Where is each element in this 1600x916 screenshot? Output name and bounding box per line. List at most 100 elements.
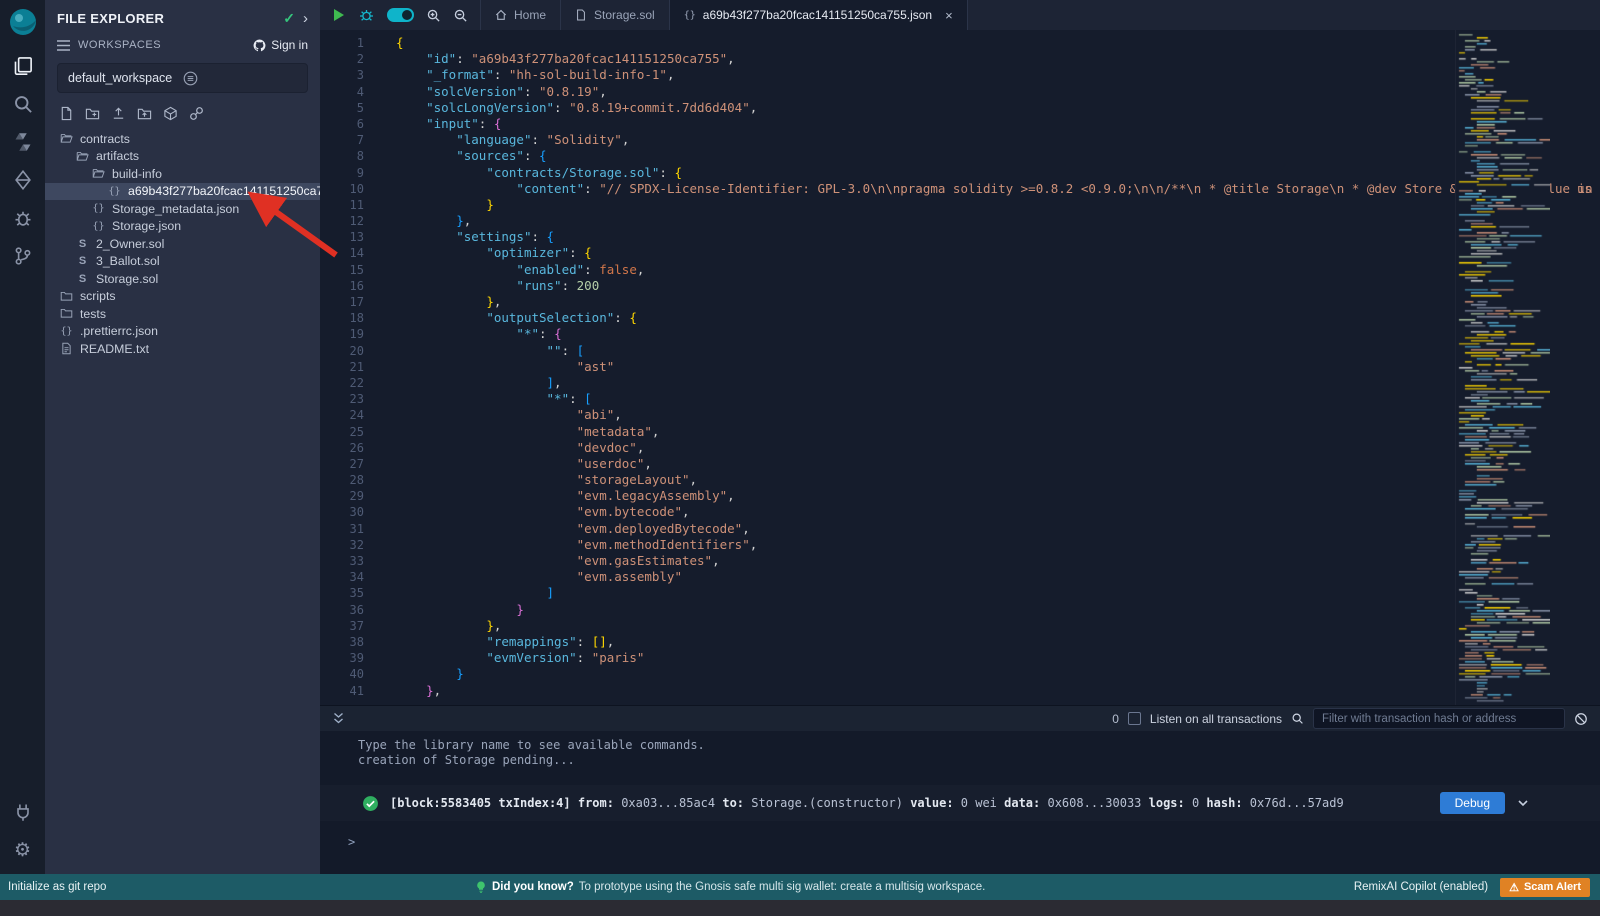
tree-item-a69b43f277ba20fcac141151250ca7[interactable]: {}a69b43f277ba20fcac141151250ca7...	[45, 183, 320, 201]
code-editor[interactable]: 1234567891011121314151617181920212223242…	[320, 30, 1600, 705]
tx-value: 0x608...30033	[1047, 796, 1141, 810]
workspace-menu-icon[interactable]	[183, 71, 298, 86]
file-label: tests	[80, 307, 106, 321]
chevron-down-icon[interactable]	[1516, 796, 1530, 810]
code-line: "optimizer": {	[396, 245, 1600, 261]
solidity-file-icon: S	[75, 255, 90, 267]
solidity-compiler-icon[interactable]	[5, 124, 41, 160]
window-bottom-strip	[0, 900, 1600, 916]
tab-home[interactable]: Home	[480, 0, 561, 30]
deploy-run-icon[interactable]	[5, 162, 41, 198]
debugger-icon[interactable]	[5, 200, 41, 236]
code-line: "solcLongVersion": "0.8.19+commit.7dd6d4…	[396, 100, 1600, 116]
tab-label: a69b43f277ba20fcac141151250ca755.json	[703, 8, 932, 22]
chevron-right-icon[interactable]: ›	[303, 11, 308, 26]
tree-item-artifacts[interactable]: artifacts	[45, 148, 320, 166]
scam-alert-label: Scam Alert	[1524, 881, 1581, 893]
minimap[interactable]	[1455, 30, 1550, 705]
file-label: Storage_metadata.json	[112, 202, 239, 216]
tree-item-2-owner-sol[interactable]: S2_Owner.sol	[45, 235, 320, 253]
scam-alert-button[interactable]: ⚠Scam Alert	[1500, 878, 1590, 897]
ipfs-box-icon[interactable]	[163, 106, 178, 121]
terminal-expand-icon[interactable]	[332, 712, 345, 725]
tab-a69b43f277ba20fcac141151250ca755-json[interactable]: {}a69b43f277ba20fcac141151250ca755.json×	[670, 0, 968, 30]
code-line: "evm.legacyAssembly",	[396, 488, 1600, 504]
code-line: "metadata",	[396, 424, 1600, 440]
line-number: 25	[320, 424, 364, 440]
code-line: "_format": "hh-sol-build-info-1",	[396, 67, 1600, 83]
main-area: HomeStorage.sol{}a69b43f277ba20fcac14115…	[320, 0, 1600, 874]
tree-item-contracts[interactable]: contracts	[45, 130, 320, 148]
terminal-log-line: creation of Storage pending...	[320, 753, 1600, 768]
overflow-text-fragment: us	[1577, 181, 1592, 196]
zoom-out-icon[interactable]	[453, 8, 468, 23]
panel-title: FILE EXPLORER	[57, 11, 275, 26]
tree-item-storage-sol[interactable]: SStorage.sol	[45, 270, 320, 288]
git-icon[interactable]	[5, 238, 41, 274]
sign-in-label: Sign in	[271, 38, 308, 52]
code-line: "contracts/Storage.sol": {	[396, 165, 1600, 181]
sign-in-button[interactable]: Sign in	[253, 38, 308, 52]
tree-item-3-ballot-sol[interactable]: S3_Ballot.sol	[45, 253, 320, 271]
transaction-row[interactable]: [block:5583405 txIndex:4] from: 0xa03...…	[320, 785, 1600, 821]
tree-item-storage-json[interactable]: {}Storage.json	[45, 218, 320, 236]
hamburger-icon[interactable]	[57, 40, 70, 51]
code-line: "userdoc",	[396, 456, 1600, 472]
remix-logo-icon[interactable]	[7, 6, 39, 38]
line-number: 22	[320, 375, 364, 391]
search-icon[interactable]	[1291, 712, 1304, 725]
tree-item-tests[interactable]: tests	[45, 305, 320, 323]
code-content: { "id": "a69b43f277ba20fcac141151250ca75…	[396, 35, 1600, 699]
folder-icon	[59, 290, 74, 303]
tab-storage-sol[interactable]: Storage.sol	[561, 0, 670, 30]
terminal-prompt[interactable]: >	[320, 835, 1600, 849]
line-number: 12	[320, 213, 364, 229]
file-explorer-panel: FILE EXPLORER ✓ › WORKSPACES Sign in def…	[45, 0, 320, 874]
line-number: 27	[320, 456, 364, 472]
tree-item-readme-txt[interactable]: README.txt	[45, 340, 320, 358]
activity-bar-bottom: ⚙	[5, 794, 41, 868]
code-line: "": [	[396, 343, 1600, 359]
workspace-dropdown[interactable]: default_workspace	[57, 63, 308, 93]
tree-item-storage-metadata-json[interactable]: {}Storage_metadata.json	[45, 200, 320, 218]
plugin-manager-icon[interactable]	[5, 794, 41, 830]
listen-checkbox[interactable]	[1128, 712, 1141, 725]
home-icon	[495, 9, 507, 21]
editor-toggle-switch[interactable]	[387, 8, 414, 22]
zoom-in-icon[interactable]	[426, 8, 441, 23]
new-file-icon[interactable]	[59, 106, 74, 121]
line-number: 30	[320, 504, 364, 520]
close-icon[interactable]: ×	[945, 8, 953, 23]
tree-item-build-info[interactable]: build-info	[45, 165, 320, 183]
settings-icon[interactable]: ⚙	[5, 832, 41, 868]
run-script-button[interactable]	[332, 8, 346, 22]
clear-console-icon[interactable]	[1574, 712, 1588, 726]
line-number: 20	[320, 343, 364, 359]
json-file-icon: {}	[91, 221, 106, 232]
transaction-count-badge: 0	[1112, 712, 1119, 726]
code-line: }	[396, 197, 1600, 213]
new-folder-icon[interactable]	[85, 106, 100, 121]
line-number: 26	[320, 440, 364, 456]
git-init-button[interactable]: Initialize as git repo	[0, 881, 106, 893]
upload-file-icon[interactable]	[111, 106, 126, 121]
debug-button[interactable]: Debug	[1440, 792, 1505, 814]
line-number: 8	[320, 148, 364, 164]
transaction-filter-input[interactable]	[1313, 708, 1565, 729]
tree-item-scripts[interactable]: scripts	[45, 288, 320, 306]
tree-item-prettierrc-json[interactable]: {}.prettierrc.json	[45, 323, 320, 341]
bug-icon[interactable]	[358, 7, 375, 24]
file-explorer-icon[interactable]	[5, 48, 41, 84]
code-line: },	[396, 683, 1600, 699]
code-line: },	[396, 294, 1600, 310]
copilot-status[interactable]: RemixAI Copilot (enabled)	[1354, 881, 1488, 893]
upload-folder-icon[interactable]	[137, 106, 152, 121]
link-icon[interactable]	[189, 106, 204, 121]
search-icon[interactable]	[5, 86, 41, 122]
code-line: },	[396, 213, 1600, 229]
line-number: 29	[320, 488, 364, 504]
terminal[interactable]: Type the library name to see available c…	[320, 731, 1600, 874]
tx-block-label: [block:5583405 txIndex:4]	[390, 796, 571, 810]
line-number: 16	[320, 278, 364, 294]
code-line: "evm.gasEstimates",	[396, 553, 1600, 569]
